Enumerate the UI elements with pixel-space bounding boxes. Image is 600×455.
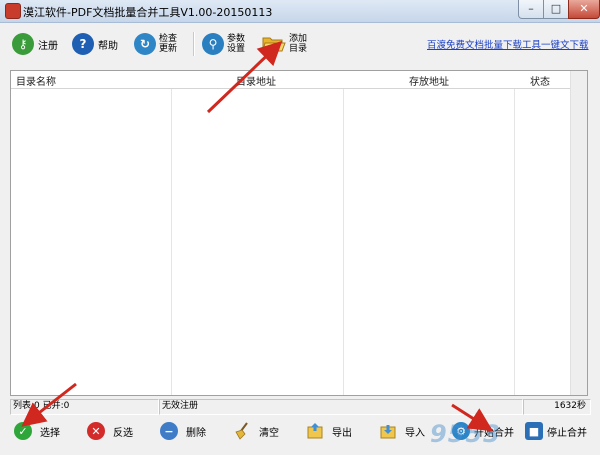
x-icon: ✕: [87, 422, 105, 440]
remove-icon: −: [160, 422, 178, 440]
download-tool-link[interactable]: 百渡免费文档批量下载工具一键文下载: [427, 37, 589, 51]
directory-table[interactable]: 目录名称 目录地址 存放地址 状态: [10, 70, 588, 396]
column-header-storage[interactable]: 存放地址: [409, 73, 449, 88]
status-license: 无效注册: [159, 399, 523, 415]
add-directory-button[interactable]: 添加目录: [262, 28, 311, 60]
clear-label: 清空: [259, 427, 279, 439]
settings-button[interactable]: ⚲ 参数设置: [202, 28, 249, 60]
key-icon: ⚷: [12, 33, 34, 55]
select-button[interactable]: ✓ 选择: [14, 419, 60, 443]
search-settings-icon: ⚲: [202, 33, 224, 55]
export-label: 导出: [332, 427, 352, 439]
column-header-name[interactable]: 目录名称: [16, 73, 56, 88]
bottom-toolbar: ✓ 选择 ✕ 反选 − 删除 清空 导出 导入 ⚙ 开始合并 ■ 停止合并: [0, 417, 600, 445]
broom-icon: [233, 422, 251, 440]
window-title: 漠江软件-PDF文档批量合并工具V1.00-20150113: [23, 6, 273, 19]
register-label: 注册: [38, 40, 58, 52]
folder-open-icon: [262, 35, 286, 53]
column-header-path[interactable]: 目录地址: [236, 73, 276, 88]
import-label: 导入: [405, 427, 425, 439]
maximize-button[interactable]: □: [543, 0, 569, 19]
invert-label: 反选: [113, 427, 133, 439]
stop-icon: ■: [525, 422, 543, 440]
title-bar: 漠江软件-PDF文档批量合并工具V1.00-20150113 – □ ✕: [0, 0, 600, 23]
help-label: 帮助: [98, 40, 118, 52]
toolbar-separator: [193, 32, 195, 56]
register-button[interactable]: ⚷ 注册: [12, 28, 58, 60]
check-update-label: 检查更新: [159, 34, 178, 54]
stop-merge-label: 停止合并: [547, 427, 587, 439]
question-icon: ?: [72, 33, 94, 55]
settings-label: 参数设置: [227, 34, 246, 54]
clear-button[interactable]: 清空: [233, 419, 279, 443]
select-label: 选择: [40, 427, 60, 439]
column-divider: [514, 71, 515, 395]
export-button[interactable]: 导出: [306, 419, 352, 443]
toolbar: ⚷ 注册 ? 帮助 ↻ 检查更新 ⚲ 参数设置 添加目录 百渡免费文档批量下载工…: [0, 23, 600, 63]
refresh-icon: ↻: [134, 33, 156, 55]
stop-merge-button[interactable]: ■ 停止合并: [525, 419, 587, 443]
table-header: 目录名称 目录地址 存放地址 状态: [11, 71, 571, 89]
column-divider: [343, 71, 344, 395]
import-button[interactable]: 导入: [379, 419, 425, 443]
add-directory-label: 添加目录: [289, 34, 308, 54]
status-elapsed: 1632秒: [523, 399, 591, 415]
vertical-scrollbar[interactable]: [570, 71, 587, 395]
check-icon: ✓: [14, 422, 32, 440]
column-divider: [171, 71, 172, 395]
app-icon: [5, 3, 21, 19]
delete-button[interactable]: − 删除: [160, 419, 206, 443]
check-update-button[interactable]: ↻ 检查更新: [134, 28, 181, 60]
minimize-button[interactable]: –: [518, 0, 544, 19]
delete-label: 删除: [186, 427, 206, 439]
status-counts: 列表:0 已并:0: [10, 399, 159, 415]
import-icon: [379, 422, 397, 440]
export-icon: [306, 422, 324, 440]
close-button[interactable]: ✕: [568, 0, 600, 19]
help-button[interactable]: ? 帮助: [72, 28, 118, 60]
column-header-status[interactable]: 状态: [530, 73, 550, 88]
invert-button[interactable]: ✕ 反选: [87, 419, 133, 443]
watermark: 9553: [430, 420, 501, 448]
